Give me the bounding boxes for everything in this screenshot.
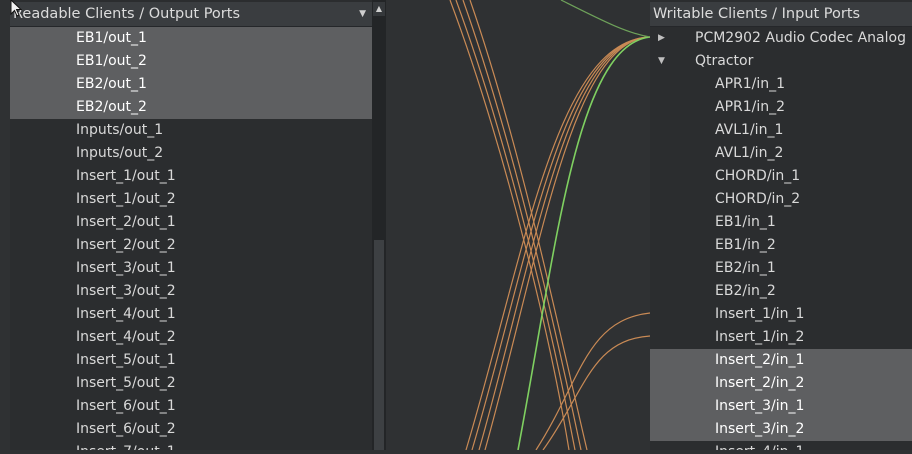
output-port-row[interactable]: Insert_1/out_1	[10, 165, 372, 188]
output-port-row[interactable]: Insert_1/out_2	[10, 188, 372, 211]
input-port-label: EB1/in_2	[715, 237, 776, 253]
input-port-label: Insert_3/in_1	[715, 398, 805, 414]
input-port-label: CHORD/in_2	[715, 191, 801, 207]
input-port-row[interactable]: AVL1/in_2	[650, 142, 912, 165]
output-port-label: Insert_5/out_1	[76, 352, 176, 368]
output-port-label: Insert_4/out_2	[76, 329, 176, 345]
output-port-row[interactable]: Insert_3/out_1	[10, 257, 372, 280]
input-port-label: Insert_1/in_1	[715, 306, 805, 322]
input-port-label: EB2/in_1	[715, 260, 776, 276]
connections-canvas[interactable]	[386, 0, 651, 451]
input-port-row[interactable]: Insert_1/in_2	[650, 326, 912, 349]
input-port-label: Insert_3/in_2	[715, 421, 805, 437]
output-port-label: Insert_3/out_2	[76, 283, 176, 299]
output-port-row[interactable]: EB1/out_1	[10, 27, 372, 50]
output-port-row[interactable]: EB2/out_1	[10, 73, 372, 96]
input-port-label: AVL1/in_1	[715, 122, 784, 138]
output-ports-panel: Readable Clients / Output Ports ▼ EB1/ou…	[10, 0, 372, 450]
connection-line	[471, 36, 651, 451]
input-client-row[interactable]: ▼ Qtractor	[650, 50, 912, 73]
input-port-row[interactable]: APR1/in_1	[650, 73, 912, 96]
output-port-row[interactable]: Insert_4/out_1	[10, 303, 372, 326]
output-port-row[interactable]: EB2/out_2	[10, 96, 372, 119]
input-client-label: PCM2902 Audio Codec Analog	[695, 30, 906, 46]
input-port-row[interactable]: Insert_3/in_1	[650, 395, 912, 418]
output-port-label: Insert_2/out_2	[76, 237, 176, 253]
input-port-row[interactable]: CHORD/in_2	[650, 188, 912, 211]
output-port-row[interactable]: Insert_6/out_1	[10, 395, 372, 418]
input-port-label: EB2/in_2	[715, 283, 776, 299]
input-port-row[interactable]: Insert_3/in_2	[650, 418, 912, 441]
input-port-row[interactable]: EB1/in_2	[650, 234, 912, 257]
output-port-row[interactable]: Insert_5/out_1	[10, 349, 372, 372]
input-port-row[interactable]: APR1/in_2	[650, 96, 912, 119]
output-port-row[interactable]: Insert_5/out_2	[10, 372, 372, 395]
connection-line	[449, 0, 570, 451]
scrollbar-thumb[interactable]	[374, 240, 384, 450]
output-ports-scrollbar[interactable]: ▲	[372, 0, 386, 450]
connection-line	[560, 0, 651, 38]
output-port-label: Insert_6/out_1	[76, 398, 176, 414]
input-port-row[interactable]: EB1/in_1	[650, 211, 912, 234]
triangle-right-icon[interactable]: ▶	[658, 27, 665, 50]
input-port-row[interactable]: Insert_4/in_1	[650, 441, 912, 450]
input-port-row[interactable]: EB2/in_2	[650, 280, 912, 303]
output-port-row[interactable]: Inputs/out_1	[10, 119, 372, 142]
input-client-row[interactable]: ▶ PCM2902 Audio Codec Analog	[650, 27, 912, 50]
output-port-label: Insert_1/out_1	[76, 168, 176, 184]
connection-line	[462, 0, 582, 451]
output-ports-header-label: Readable Clients / Output Ports	[13, 6, 240, 22]
input-port-row[interactable]: Insert_1/in_1	[650, 303, 912, 326]
input-port-label: Insert_2/in_2	[715, 375, 805, 391]
output-port-label: Insert_5/out_2	[76, 375, 176, 391]
output-ports-header[interactable]: Readable Clients / Output Ports ▼	[10, 2, 372, 27]
input-port-row[interactable]: AVL1/in_1	[650, 119, 912, 142]
input-port-label: AVL1/in_2	[715, 145, 784, 161]
input-port-label: APR1/in_2	[715, 99, 786, 115]
output-port-label: Insert_4/out_1	[76, 306, 176, 322]
connection-line	[535, 312, 651, 451]
output-port-label: EB1/out_1	[76, 30, 147, 46]
output-port-label: Insert_7/out_1	[76, 441, 176, 450]
mouse-pointer-icon	[10, 0, 22, 17]
input-port-row[interactable]: EB2/in_1	[650, 257, 912, 280]
output-port-label: Insert_2/out_1	[76, 214, 176, 230]
output-port-row[interactable]: Insert_2/out_2	[10, 234, 372, 257]
input-port-label: Insert_4/in_1	[715, 441, 804, 450]
input-port-row[interactable]: CHORD/in_1	[650, 165, 912, 188]
output-port-label: EB2/out_1	[76, 76, 147, 92]
input-port-label: CHORD/in_1	[715, 168, 801, 184]
triangle-down-icon[interactable]: ▼	[658, 50, 665, 73]
output-port-row[interactable]: Insert_2/out_1	[10, 211, 372, 234]
input-port-row[interactable]: Insert_2/in_2	[650, 372, 912, 395]
connection-lines	[449, 0, 651, 451]
input-ports-header-label: Writable Clients / Input Ports	[653, 6, 861, 22]
output-port-label: EB2/out_2	[76, 99, 147, 115]
output-port-label: Insert_6/out_2	[76, 421, 176, 437]
output-port-label: Inputs/out_1	[76, 122, 164, 138]
output-port-label: Inputs/out_2	[76, 145, 164, 161]
output-port-label: EB1/out_2	[76, 53, 147, 69]
output-port-row[interactable]: Insert_3/out_2	[10, 280, 372, 303]
input-port-label: EB1/in_1	[715, 214, 776, 230]
input-ports-panel: Writable Clients / Input Ports ▶ PCM2902 …	[650, 0, 912, 450]
input-client-label: Qtractor	[695, 53, 754, 69]
output-port-label: Insert_3/out_1	[76, 260, 176, 276]
output-port-row[interactable]: Insert_7/out_1	[10, 441, 372, 450]
input-ports-header[interactable]: Writable Clients / Input Ports	[650, 2, 912, 27]
input-port-label: Insert_1/in_2	[715, 329, 805, 345]
output-port-row[interactable]: EB1/out_2	[10, 50, 372, 73]
connection-line	[478, 36, 651, 451]
input-port-label: APR1/in_1	[715, 76, 786, 92]
output-port-row[interactable]: Insert_4/out_2	[10, 326, 372, 349]
input-port-row[interactable]: Insert_2/in_1	[650, 349, 912, 372]
output-port-label: Insert_1/out_2	[76, 191, 176, 207]
input-port-label: Insert_2/in_1	[715, 352, 805, 368]
scroll-up-icon[interactable]: ▲	[373, 2, 385, 16]
output-port-row[interactable]: Inputs/out_2	[10, 142, 372, 165]
sort-down-icon[interactable]: ▼	[359, 2, 366, 26]
output-port-row[interactable]: Insert_6/out_2	[10, 418, 372, 441]
